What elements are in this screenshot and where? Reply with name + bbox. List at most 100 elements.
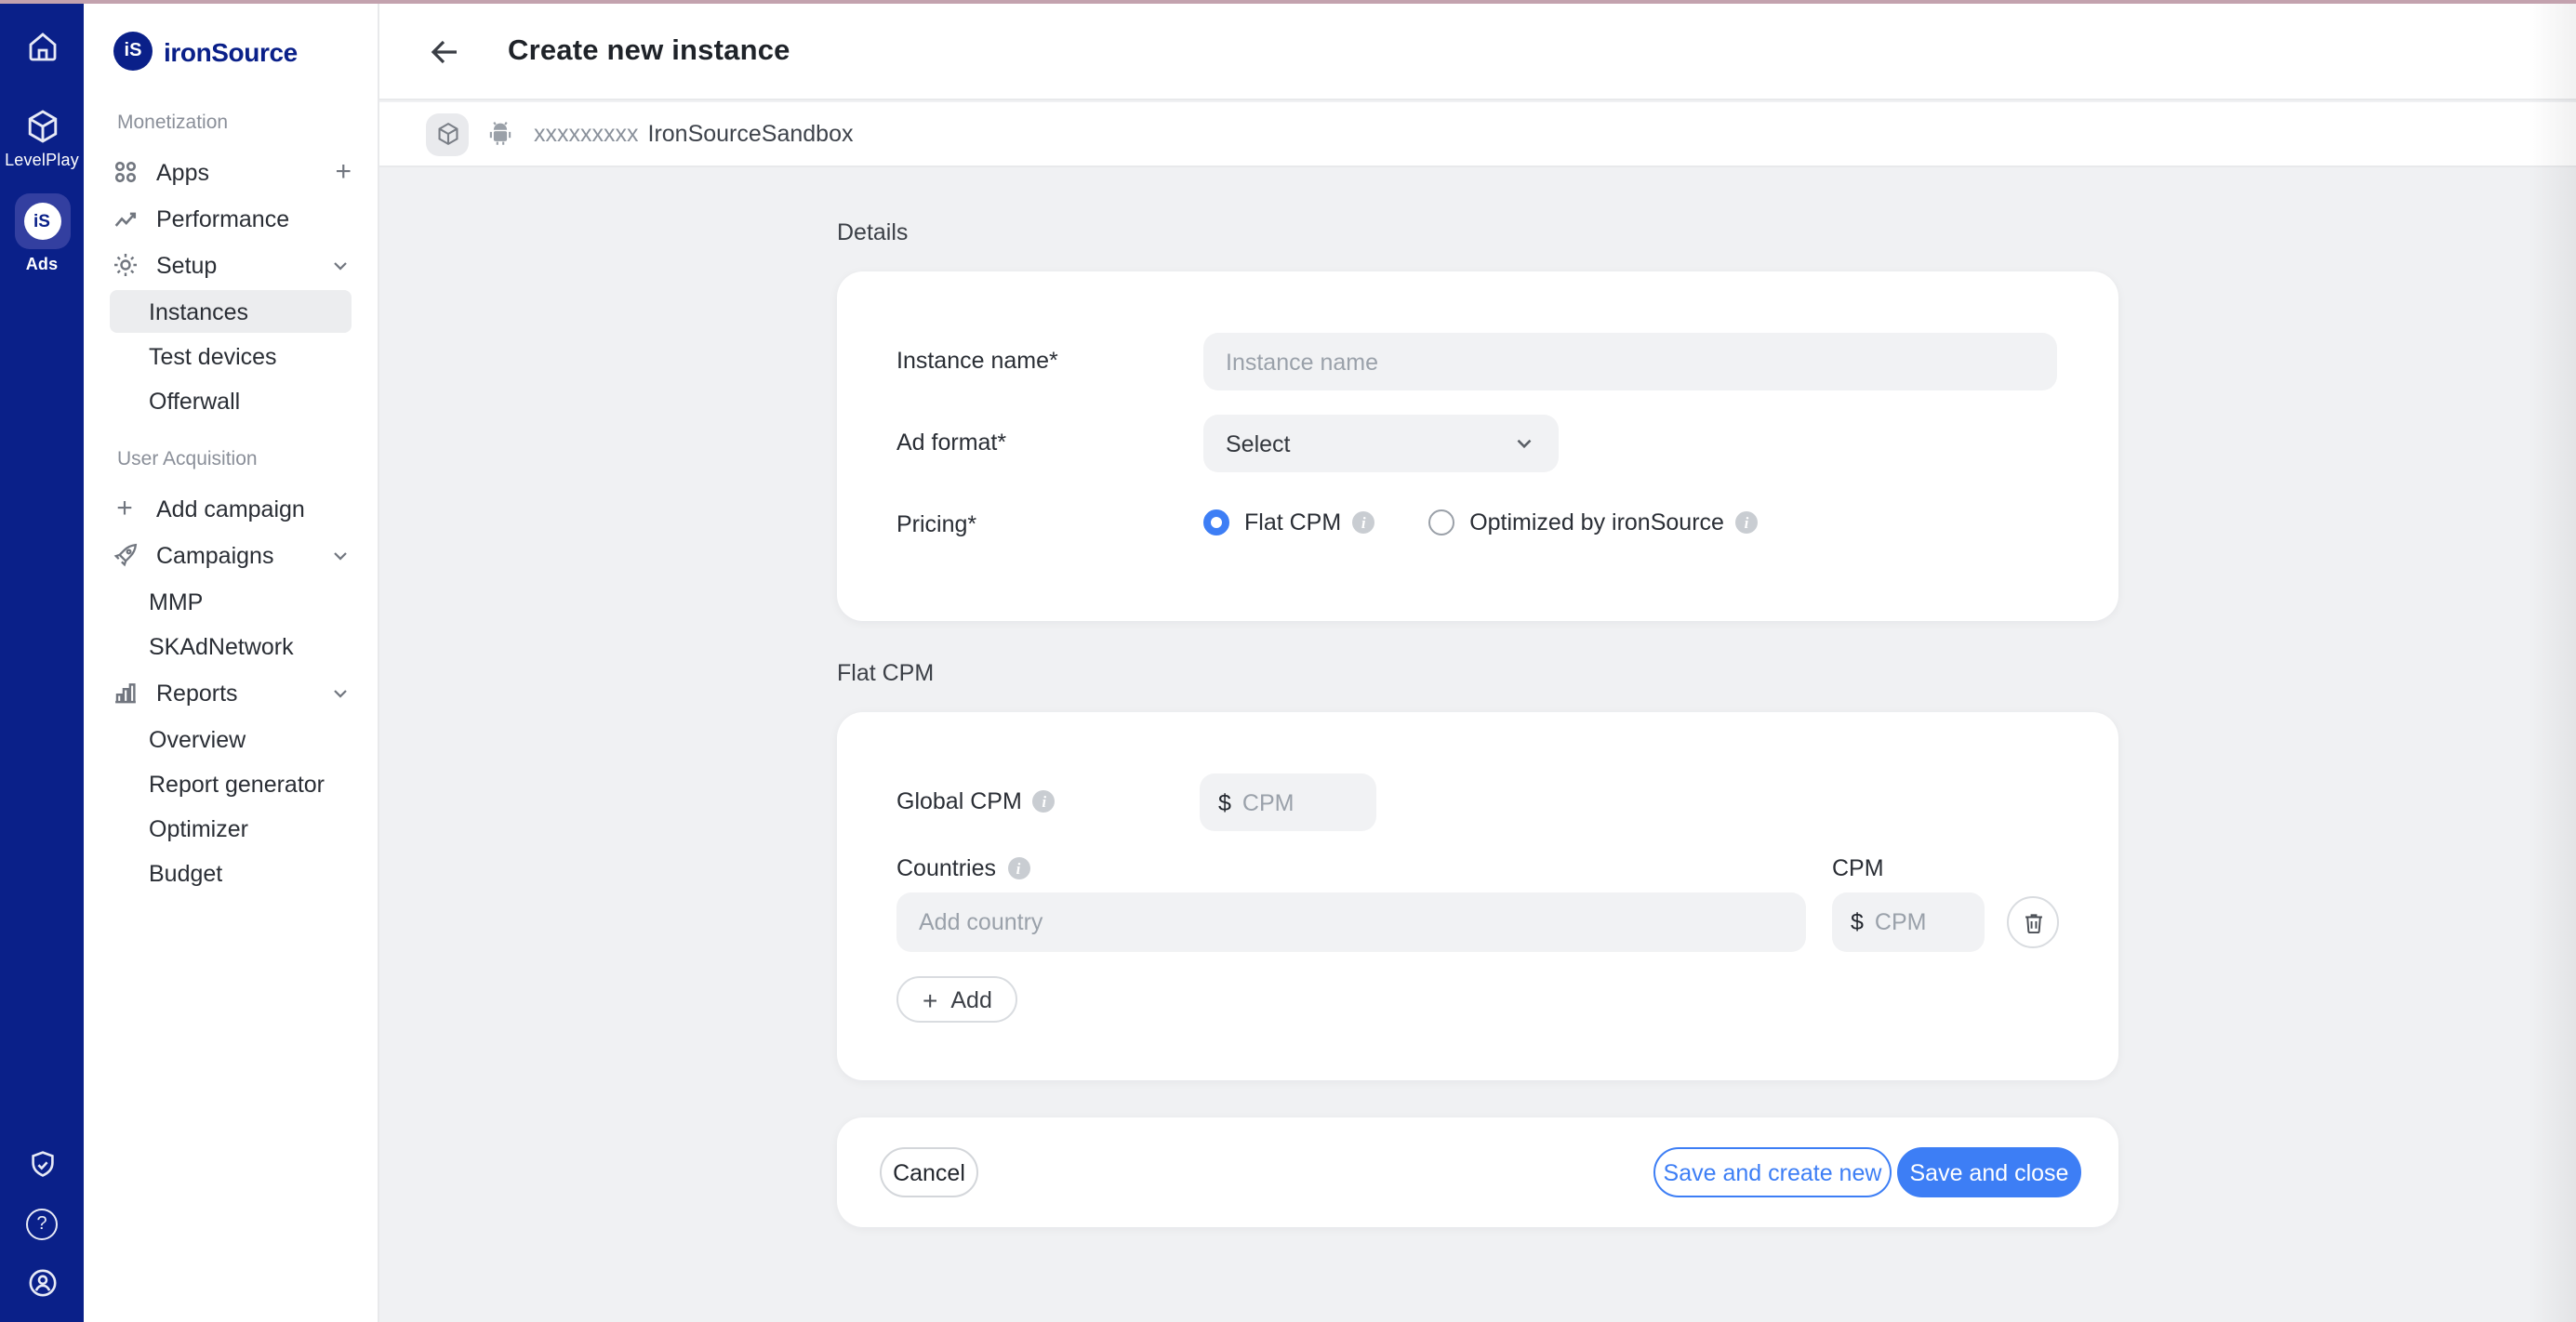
sidebar-item-label: Test devices — [149, 343, 277, 369]
save-and-create-new-button[interactable]: Save and create new — [1653, 1147, 1892, 1197]
chevron-down-icon — [329, 254, 352, 276]
sidebar-item-apps[interactable]: Apps + — [110, 149, 352, 195]
global-cpm-input[interactable] — [1242, 789, 1358, 815]
cube-icon — [434, 121, 460, 147]
rocket-icon — [110, 540, 139, 570]
countries-label: Countriesi — [896, 855, 1029, 881]
collapse-campaigns-button[interactable] — [329, 544, 352, 566]
flat-cpm-info-icon[interactable]: i — [1352, 511, 1374, 534]
delete-country-row-button[interactable] — [2007, 896, 2059, 948]
app-id: xxxxxxxxx — [534, 121, 639, 147]
pricing-label: Pricing* — [896, 511, 976, 537]
unity-levelplay-icon — [23, 108, 60, 145]
sidebar-item-offerwall[interactable]: Offerwall — [110, 379, 352, 422]
sidebar-item-label: Apps — [156, 159, 209, 185]
sidebar-item-skadnetwork[interactable]: SKAdNetwork — [110, 625, 352, 668]
help-icon: ? — [26, 1209, 58, 1240]
country-cpm-input[interactable] — [1875, 909, 1966, 935]
shield-check-icon — [25, 1149, 59, 1183]
brand-name: ironSource — [164, 36, 298, 66]
global-cpm-label: Global CPMi — [896, 788, 1056, 814]
rail-bottom-group: ? — [25, 1149, 59, 1300]
sidebar-item-performance[interactable]: Performance — [110, 195, 352, 242]
countries-info-icon[interactable]: i — [1007, 857, 1029, 879]
optimized-radio-label: Optimized by ironSource — [1469, 509, 1724, 535]
back-button[interactable] — [428, 34, 461, 68]
chevron-down-icon — [329, 681, 352, 704]
page-header: Create new instance — [379, 4, 2576, 100]
collapse-setup-button[interactable] — [329, 254, 352, 276]
optimized-info-icon[interactable]: i — [1735, 511, 1758, 534]
footer-actions-card: Cancel Save and create new Save and clos… — [837, 1117, 2118, 1227]
ads-tile: iS — [14, 193, 70, 249]
ad-format-select[interactable]: Select — [1203, 415, 1559, 472]
sidebar-nav: Monetization Apps + P — [84, 112, 378, 894]
rail-item-label: LevelPlay — [5, 151, 79, 169]
bar-chart-icon — [110, 678, 139, 707]
optimized-radio[interactable] — [1428, 509, 1454, 535]
add-app-button[interactable]: + — [335, 158, 352, 186]
sidebar-item-optimizer[interactable]: Optimizer — [110, 807, 352, 850]
app-tile[interactable] — [426, 112, 469, 155]
collapse-reports-button[interactable] — [329, 681, 352, 704]
instance-name-label: Instance name* — [896, 348, 1058, 374]
trash-icon — [2021, 910, 2045, 934]
sidebar-item-add-campaign[interactable]: + Add campaign — [110, 485, 352, 532]
global-cpm-info-icon[interactable]: i — [1033, 790, 1056, 813]
plus-icon: + — [335, 158, 352, 186]
flat-cpm-radio[interactable] — [1203, 509, 1229, 535]
sidebar-item-setup[interactable]: Setup — [110, 242, 352, 288]
sidebar-item-test-devices[interactable]: Test devices — [110, 335, 352, 377]
sidebar-item-reports[interactable]: Reports — [110, 669, 352, 716]
rail-item-ads-selected[interactable]: iS Ads — [14, 193, 70, 273]
ad-format-selected-value: Select — [1226, 430, 1291, 456]
sidebar-item-label: Setup — [156, 252, 217, 278]
home-icon — [25, 30, 59, 63]
rail-item-label: Ads — [26, 255, 59, 273]
app-breadcrumb-bar: xxxxxxxxx IronSourceSandbox — [379, 102, 2576, 167]
sidebar-item-overview[interactable]: Overview — [110, 718, 352, 760]
rail-item-levelplay[interactable]: LevelPlay — [5, 108, 79, 169]
add-country-input[interactable] — [896, 892, 1806, 952]
currency-prefix: $ — [1218, 789, 1231, 815]
sidebar-item-budget[interactable]: Budget — [110, 852, 352, 894]
chevron-down-icon — [329, 544, 352, 566]
cpm-column-label: CPM — [1832, 855, 1884, 881]
account-button[interactable] — [25, 1266, 59, 1300]
flat-cpm-card: Global CPMi $ Countriesi CPM $ + — [837, 712, 2118, 1080]
sidebar-item-report-generator[interactable]: Report generator — [110, 762, 352, 805]
cancel-button[interactable]: Cancel — [880, 1147, 978, 1197]
add-button-label: Add — [950, 986, 992, 1012]
ironsource-logo-mark-icon: iS — [113, 32, 153, 71]
sidebar-item-label: Budget — [149, 860, 222, 886]
home-button[interactable] — [25, 30, 59, 63]
sidebar-item-label: Reports — [156, 680, 238, 706]
brand-logo[interactable]: iS ironSource — [84, 4, 378, 71]
gear-icon — [110, 250, 139, 280]
sidebar-item-label: Add campaign — [156, 496, 305, 522]
sidebar-item-label: Performance — [156, 205, 289, 231]
sidebar-item-label: Report generator — [149, 771, 325, 797]
sidebar-item-label: MMP — [149, 588, 203, 615]
sidebar-item-instances[interactable]: Instances — [110, 290, 352, 333]
android-platform-icon — [485, 119, 515, 149]
details-section-title: Details — [837, 219, 908, 245]
currency-prefix: $ — [1851, 909, 1864, 935]
privacy-shield-button[interactable] — [25, 1149, 59, 1183]
save-and-close-button[interactable]: Save and close — [1897, 1147, 2081, 1197]
sidebar-item-mmp[interactable]: MMP — [110, 580, 352, 623]
help-button[interactable]: ? — [26, 1209, 58, 1240]
app-window: LevelPlay iS Ads ? — [0, 0, 2576, 1322]
apps-grid-icon — [110, 157, 139, 187]
app-name: IronSourceSandbox — [648, 121, 854, 147]
nav-rail: LevelPlay iS Ads ? — [0, 4, 84, 1322]
section-header-monetization: Monetization — [117, 112, 352, 134]
ironsource-logo-icon: iS — [23, 203, 60, 240]
details-card: Instance name* Ad format* Select Pricing… — [837, 271, 2118, 621]
sidebar: iS ironSource Monetization Apps + — [84, 4, 379, 1322]
instance-name-input[interactable] — [1203, 333, 2057, 390]
flat-cpm-section-title: Flat CPM — [837, 660, 934, 686]
sidebar-item-campaigns[interactable]: Campaigns — [110, 532, 352, 578]
add-country-row-button[interactable]: + Add — [896, 976, 1018, 1023]
sidebar-item-label: Overview — [149, 726, 246, 752]
